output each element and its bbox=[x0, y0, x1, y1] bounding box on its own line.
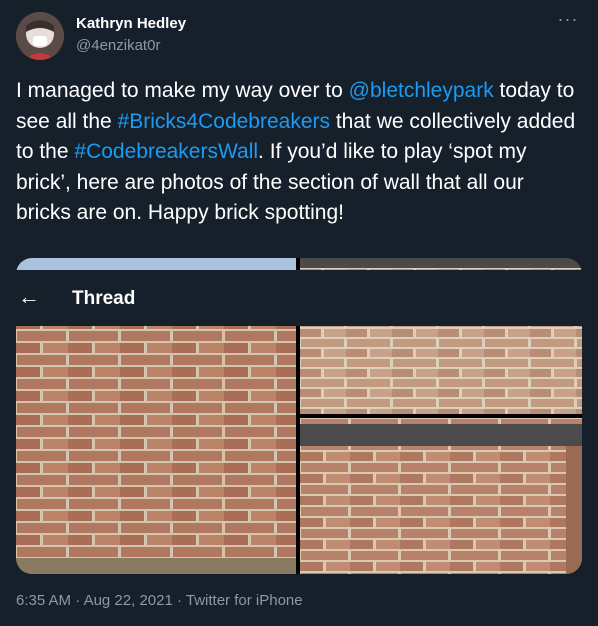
tweet-meta: 6:35 AM · Aug 22, 2021 · Twitter for iPh… bbox=[16, 592, 303, 609]
avatar[interactable] bbox=[16, 12, 64, 60]
display-name[interactable]: Kathryn Hedley bbox=[76, 15, 186, 32]
more-options-icon[interactable]: ··· bbox=[556, 10, 580, 36]
thread-title: Thread bbox=[72, 288, 136, 309]
tweet-text-segment: I managed to make my way over to bbox=[16, 79, 349, 102]
hashtag-link[interactable]: #Bricks4Codebreakers bbox=[118, 110, 330, 133]
tweet: Kathryn Hedley @4enzikat0r ··· I managed… bbox=[0, 0, 598, 626]
thread-header: ← Thread bbox=[0, 270, 582, 326]
hashtag-link[interactable]: #CodebreakersWall bbox=[74, 140, 258, 163]
tweet-time[interactable]: 6:35 AM bbox=[16, 592, 71, 609]
meta-separator: · bbox=[71, 592, 84, 609]
tweet-source[interactable]: Twitter for iPhone bbox=[186, 592, 303, 609]
back-arrow-icon[interactable]: ← bbox=[18, 284, 40, 310]
tweet-text: I managed to make my way over to @bletch… bbox=[16, 76, 582, 229]
user-handle[interactable]: @4enzikat0r bbox=[76, 37, 160, 54]
brick-wall-photo[interactable] bbox=[300, 418, 582, 574]
mention-link[interactable]: @bletchleypark bbox=[349, 79, 494, 102]
tweet-date[interactable]: Aug 22, 2021 bbox=[84, 592, 173, 609]
meta-separator: · bbox=[172, 592, 186, 609]
